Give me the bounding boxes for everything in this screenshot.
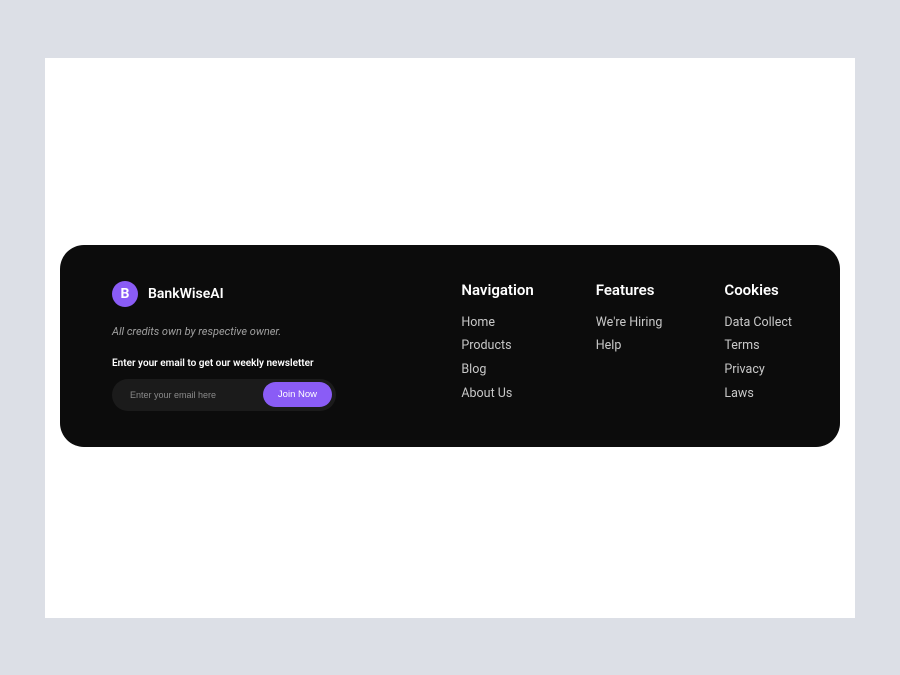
nav-link-laws[interactable]: Laws bbox=[724, 382, 792, 406]
footer-col-cookies: Cookies Data Collect Terms Privacy Laws bbox=[724, 281, 792, 411]
nav-link-hiring[interactable]: We're Hiring bbox=[596, 311, 663, 335]
join-now-button[interactable]: Join Now bbox=[263, 382, 332, 407]
nav-link-privacy[interactable]: Privacy bbox=[724, 358, 792, 382]
email-pill: Join Now bbox=[112, 379, 336, 411]
footer-col-navigation: Navigation Home Products Blog About Us bbox=[461, 281, 533, 411]
logo-row: B BankWiseAI bbox=[112, 281, 336, 307]
page-canvas: B BankWiseAI All credits own by respecti… bbox=[45, 58, 855, 618]
newsletter-label: Enter your email to get our weekly newsl… bbox=[112, 358, 336, 369]
nav-link-help[interactable]: Help bbox=[596, 334, 663, 358]
col-title-navigation: Navigation bbox=[461, 281, 533, 299]
nav-link-terms[interactable]: Terms bbox=[724, 334, 792, 358]
nav-link-blog[interactable]: Blog bbox=[461, 358, 533, 382]
footer-columns: Navigation Home Products Blog About Us F… bbox=[461, 281, 792, 411]
col-title-features: Features bbox=[596, 281, 663, 299]
logo-icon: B bbox=[112, 281, 138, 307]
footer-col-features: Features We're Hiring Help bbox=[596, 281, 663, 411]
nav-link-data-collect[interactable]: Data Collect bbox=[724, 311, 792, 335]
col-title-cookies: Cookies bbox=[724, 281, 792, 299]
credits-text: All credits own by respective owner. bbox=[112, 325, 336, 338]
nav-link-products[interactable]: Products bbox=[461, 334, 533, 358]
email-input[interactable] bbox=[130, 390, 263, 400]
footer: B BankWiseAI All credits own by respecti… bbox=[60, 245, 840, 447]
footer-left: B BankWiseAI All credits own by respecti… bbox=[112, 281, 336, 411]
brand-name: BankWiseAI bbox=[148, 286, 224, 302]
nav-link-about-us[interactable]: About Us bbox=[461, 382, 533, 406]
nav-link-home[interactable]: Home bbox=[461, 311, 533, 335]
